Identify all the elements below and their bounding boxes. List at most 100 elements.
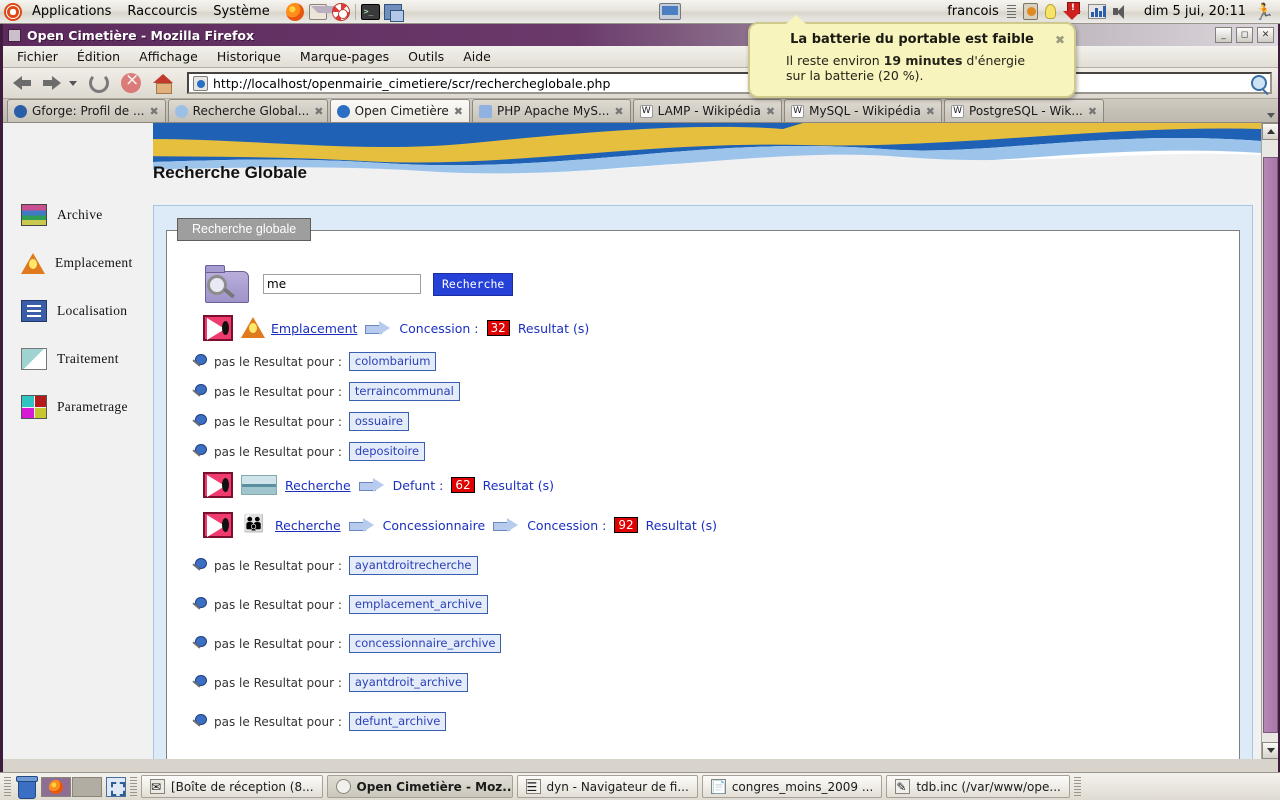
tab-lamp-wikipedia[interactable]: W LAMP - Wikipédia ✖ — [632, 99, 783, 122]
result-entity-link[interactable]: Emplacement — [271, 321, 357, 336]
close-button[interactable]: ✕ — [1257, 27, 1274, 43]
tab-recherche-globale[interactable]: Recherche Global... ✖ — [167, 99, 328, 122]
terminal-icon[interactable]: >_ — [360, 3, 380, 20]
windows-icon[interactable] — [383, 3, 404, 22]
list-icon[interactable] — [1006, 5, 1016, 18]
result-target-label: Defunt : — [392, 477, 444, 493]
panel-handle[interactable] — [4, 776, 11, 797]
task-button-congres-moins-2009[interactable]: 📄 congres_moins_2009 ... — [701, 775, 883, 798]
tab-mysql-wikipedia[interactable]: W MySQL - Wikipédia ✖ — [784, 99, 943, 122]
sidebar-item-label: Traitement — [57, 351, 119, 366]
result-entity-link[interactable]: Recherche — [275, 518, 341, 533]
task-button-boite-reception[interactable]: ✉ [Boîte de réception (8... — [141, 775, 323, 798]
workspace-2[interactable] — [72, 776, 102, 797]
close-icon[interactable]: ✖ — [1088, 105, 1097, 118]
menu-applications[interactable]: Applications — [24, 0, 119, 23]
sidebar-item-parametrage[interactable]: Parametrage — [11, 383, 153, 431]
close-icon[interactable]: ✖ — [614, 105, 623, 118]
maximize-button[interactable]: ◻ — [1236, 27, 1253, 43]
task-button-open-cimetiere[interactable]: Open Cimetière - Moz... — [326, 775, 513, 798]
app-sidebar: Archive Emplacement Localisation Traitem… — [3, 123, 153, 759]
chevron-down-icon[interactable] — [69, 80, 77, 86]
firefox-icon[interactable] — [285, 2, 304, 21]
tasklist-handle[interactable] — [130, 776, 137, 797]
bulb-icon[interactable] — [1044, 4, 1056, 19]
notification-line1-strong: 19 minutes — [883, 53, 963, 68]
no-result-tag: depositoire — [348, 442, 426, 461]
mail-icon[interactable] — [308, 3, 339, 20]
stop-icon[interactable] — [121, 70, 141, 93]
tab-favicon: W — [639, 104, 653, 118]
clock-label[interactable]: dim 5 jui, 20:11 — [1136, 0, 1254, 23]
back-icon[interactable] — [9, 72, 35, 94]
task-button-dyn-navigateur[interactable]: ☰ dyn - Navigateur de fi... — [516, 775, 698, 798]
result-entity-link[interactable]: Recherche — [285, 478, 351, 493]
workspace-1[interactable] — [41, 776, 71, 797]
scroll-down-button[interactable] — [1262, 742, 1278, 759]
menu-edition[interactable]: Édition — [69, 47, 128, 66]
home-icon[interactable] — [153, 74, 173, 94]
close-icon[interactable]: ✖ — [314, 105, 323, 118]
tab-favicon — [14, 104, 27, 118]
emplacement-icon — [241, 317, 265, 338]
system-monitor-icon[interactable] — [1087, 4, 1106, 19]
task-button-tdb-inc[interactable]: ✎ tdb.inc (/var/www/ope... — [886, 775, 1070, 798]
window-menu-icon[interactable] — [8, 28, 21, 42]
menu-historique[interactable]: Historique — [209, 47, 289, 66]
close-icon[interactable]: ✖ — [454, 105, 463, 118]
close-icon[interactable]: ✖ — [926, 105, 935, 118]
pin-search-icon — [191, 413, 207, 430]
menu-raccourcis[interactable]: Raccourcis — [119, 0, 205, 23]
close-icon[interactable]: ✖ — [766, 105, 775, 118]
search-icon[interactable] — [1251, 75, 1267, 91]
workspace-switcher[interactable] — [41, 776, 102, 797]
megaphone-icon — [203, 472, 233, 498]
tasklist-end-handle[interactable] — [1073, 776, 1081, 797]
reload-icon[interactable] — [89, 73, 109, 93]
minimize-button[interactable]: _ — [1215, 27, 1232, 43]
runner-icon[interactable]: 🏃 — [1254, 3, 1274, 20]
search-submit-button[interactable]: Recherche — [433, 272, 514, 296]
defunt-search-icon — [241, 475, 277, 495]
update-warning-icon[interactable]: ! — [1062, 2, 1082, 21]
search-input[interactable] — [263, 274, 421, 294]
tab-open-cimetiere[interactable]: Open Cimetière ✖ — [329, 99, 471, 122]
arrow-right-icon — [365, 320, 391, 335]
tab-gforge[interactable]: Gforge: Profil de ... ✖ — [7, 99, 166, 122]
tab-postgresql-wikipedia[interactable]: W PostgreSQL - Wik... ✖ — [944, 99, 1105, 122]
tab-list-chevron-down-icon[interactable] — [1267, 113, 1275, 118]
menu-outils[interactable]: Outils — [400, 47, 452, 66]
vertical-scrollbar[interactable] — [1261, 123, 1278, 759]
forward-icon[interactable] — [39, 72, 65, 94]
sidebar-item-localisation[interactable]: Localisation — [11, 287, 153, 335]
no-result-row: pas le Resultat pour : ossuaire — [191, 412, 1225, 431]
sidebar-item-archive[interactable]: Archive — [11, 191, 153, 239]
sidebar-item-traitement[interactable]: Traitement — [11, 335, 153, 383]
menu-fichier[interactable]: Fichier — [9, 47, 66, 66]
ubuntu-logo-icon[interactable] — [4, 2, 22, 21]
menu-systeme[interactable]: Système — [205, 0, 277, 23]
window-titlebar[interactable]: Open Cimetière - Mozilla Firefox _ ◻ ✕ — [3, 24, 1278, 46]
menu-marque-pages[interactable]: Marque-pages — [292, 47, 397, 66]
close-icon[interactable]: ✖ — [1055, 33, 1065, 47]
screen-icon[interactable] — [659, 3, 682, 20]
tab-php-apache-mysql[interactable]: PHP Apache MyS... ✖ — [472, 99, 631, 122]
page-content: Date : 05 / 07 / 2009 Libreville Archive… — [3, 123, 1261, 759]
menu-affichage[interactable]: Affichage — [131, 47, 206, 66]
help-icon[interactable] — [331, 2, 350, 21]
task-label: [Boîte de réception (8... — [171, 779, 314, 794]
scrollbar-thumb[interactable] — [1263, 157, 1278, 733]
clipboard-icon[interactable] — [1022, 3, 1038, 20]
no-result-tag: concessionnaire_archive — [348, 634, 502, 653]
volume-icon[interactable] — [1112, 4, 1130, 19]
trash-icon[interactable] — [15, 775, 38, 799]
sidebar-item-emplacement[interactable]: Emplacement — [11, 239, 153, 287]
result-count-badge: 32 — [486, 320, 510, 336]
scroll-up-button[interactable] — [1262, 123, 1278, 140]
user-name-label[interactable]: francois — [939, 0, 1007, 23]
window-selector-icon[interactable] — [106, 776, 126, 797]
tab-favicon — [174, 104, 188, 118]
menu-aide[interactable]: Aide — [455, 47, 499, 66]
panel-separator — [354, 3, 356, 20]
close-icon[interactable]: ✖ — [149, 105, 158, 118]
